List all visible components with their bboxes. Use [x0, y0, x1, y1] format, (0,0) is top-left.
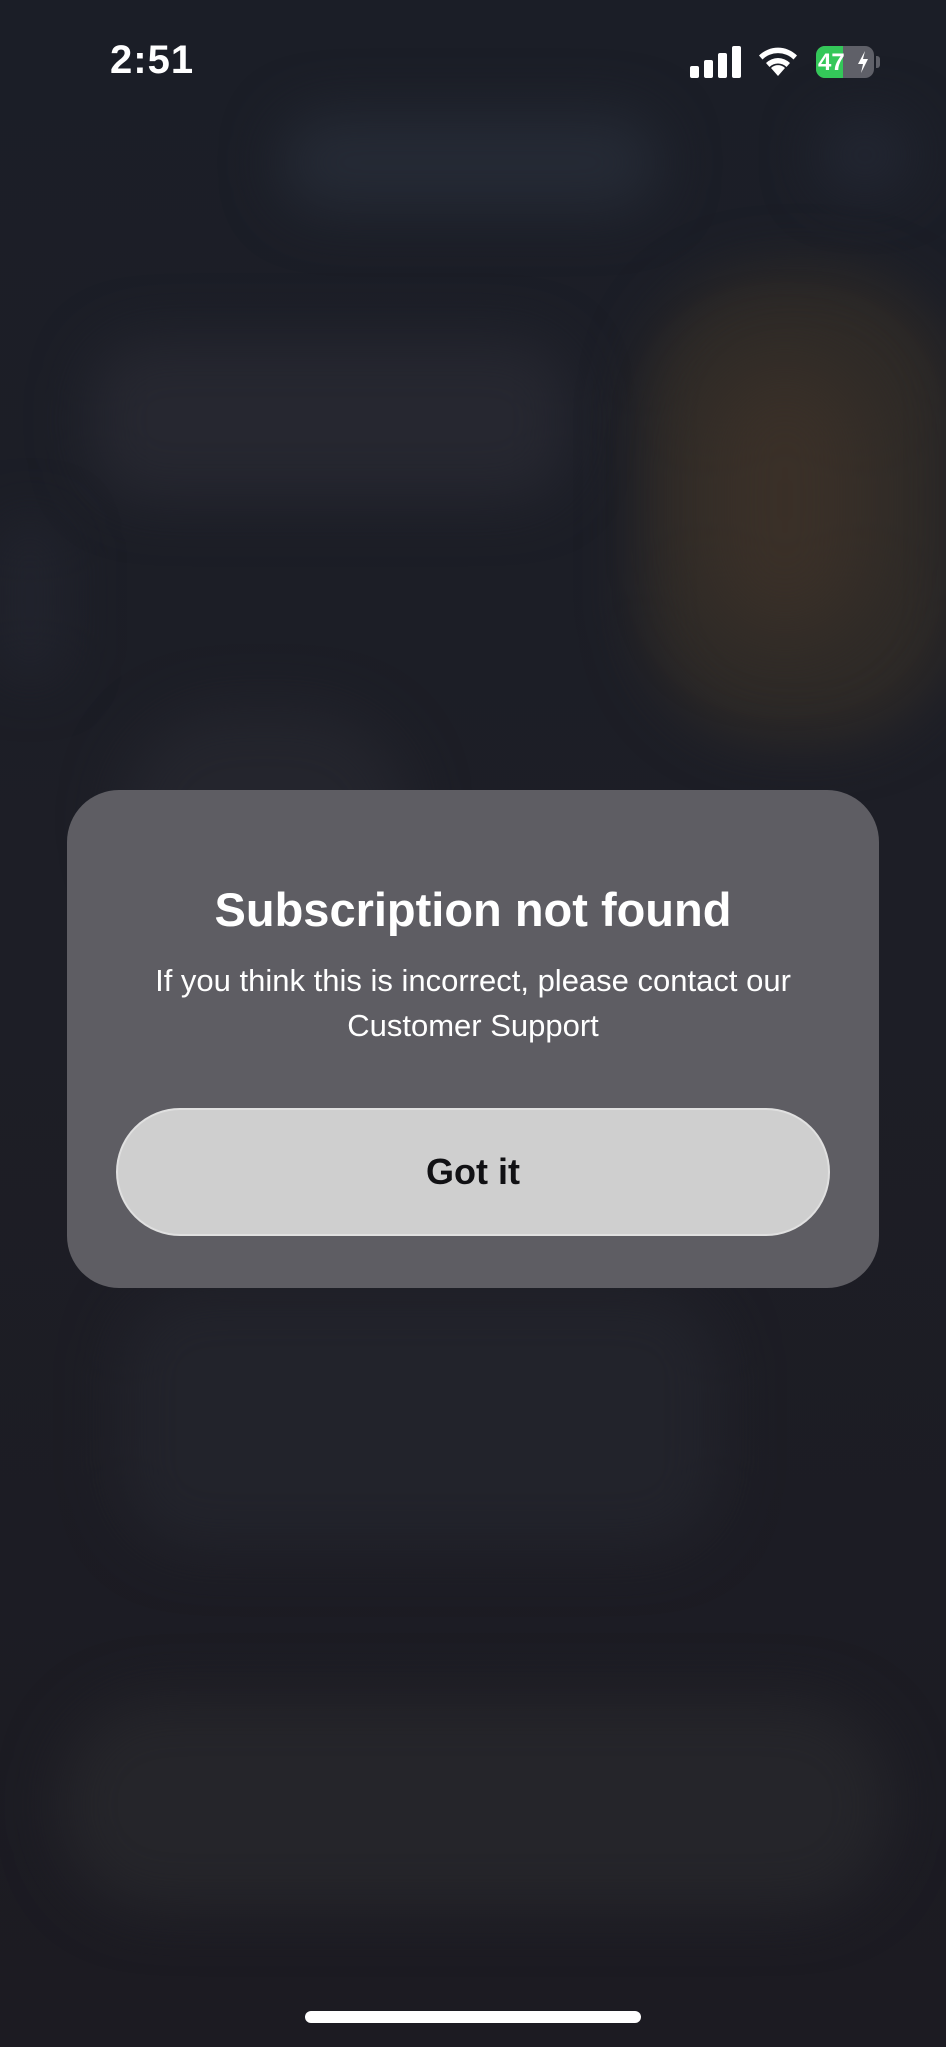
charging-bolt-icon [858, 51, 868, 73]
status-time: 2:51 [110, 38, 195, 82]
home-indicator[interactable] [305, 2011, 641, 2023]
dialog-title: Subscription not found [214, 883, 732, 936]
battery-cap [876, 56, 880, 68]
blurred-background-shape [60, 1700, 890, 1910]
battery-percent: 47 [818, 49, 845, 76]
blurred-background-shape [0, 520, 60, 680]
blurred-background-shape [700, 360, 870, 640]
blurred-background-shape [820, 120, 910, 190]
cellular-signal-icon [690, 46, 741, 78]
got-it-button[interactable]: Got it [116, 1108, 830, 1236]
wifi-icon [759, 47, 797, 76]
screen: 2:51 47 Subscription not found If you th… [0, 0, 946, 2047]
dialog-message: If you think this is incorrect, please c… [155, 963, 791, 1043]
blurred-background-shape [120, 1290, 720, 1550]
battery-icon: 47 [816, 46, 874, 78]
status-bar: 2:51 47 [0, 0, 946, 130]
subscription-alert-dialog: Subscription not found If you think this… [67, 790, 879, 1288]
blurred-background-shape [90, 340, 570, 500]
